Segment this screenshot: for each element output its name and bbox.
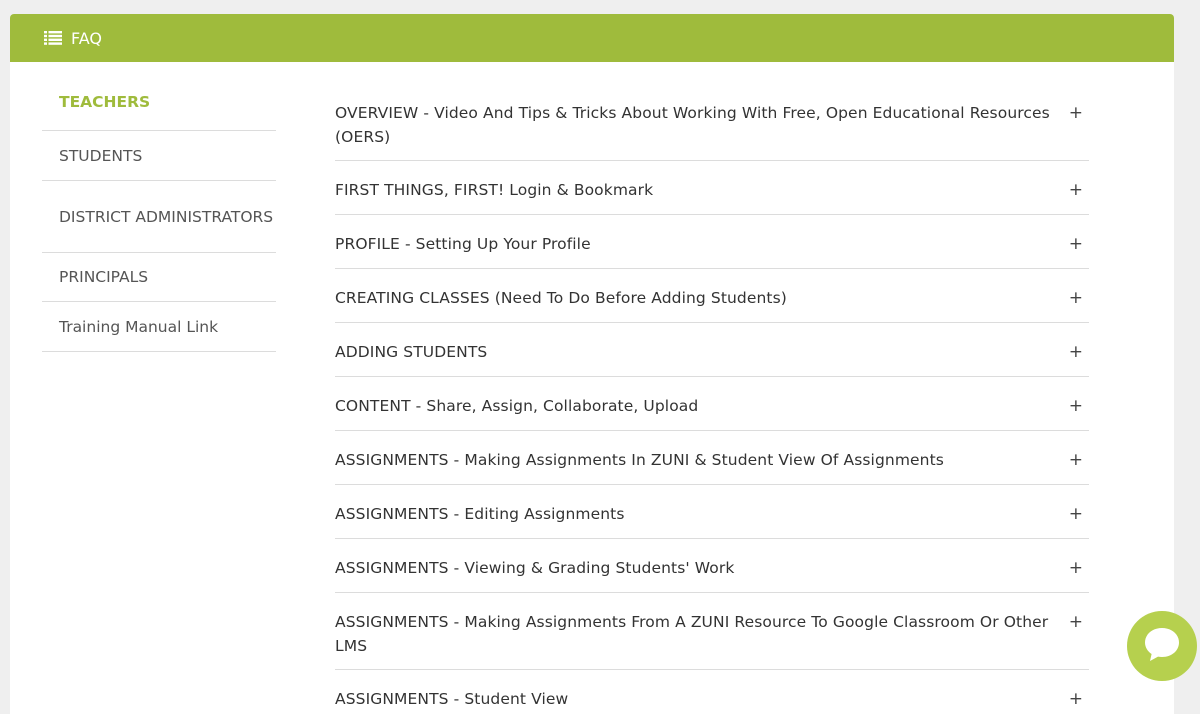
sidebar-item-district-administrators[interactable]: DISTRICT ADMINISTRATORS — [42, 181, 276, 253]
sidebar-item-training-manual-link[interactable]: Training Manual Link — [42, 302, 276, 352]
faq-item[interactable]: FIRST THINGS, FIRST! Login & Bookmark + — [335, 161, 1089, 215]
plus-icon[interactable]: + — [1063, 687, 1089, 711]
faq-item-label: ASSIGNMENTS - Making Assignments In ZUNI… — [335, 451, 944, 469]
faq-item-label: ASSIGNMENTS - Viewing & Grading Students… — [335, 559, 735, 577]
list-icon — [44, 31, 62, 45]
plus-icon[interactable]: + — [1063, 556, 1089, 580]
faq-item-label: CONTENT - Share, Assign, Collaborate, Up… — [335, 397, 699, 415]
faq-item[interactable]: ASSIGNMENTS - Editing Assignments + — [335, 485, 1089, 539]
faq-item[interactable]: CREATING CLASSES (Need To Do Before Addi… — [335, 269, 1089, 323]
faq-item[interactable]: PROFILE - Setting Up Your Profile + — [335, 215, 1089, 269]
faq-item-label: OVERVIEW - Video And Tips & Tricks About… — [335, 104, 1050, 146]
faq-item-label: FIRST THINGS, FIRST! Login & Bookmark — [335, 181, 654, 199]
plus-icon[interactable]: + — [1063, 610, 1089, 634]
sidebar-item-students[interactable]: STUDENTS — [42, 131, 276, 181]
faq-item[interactable]: ADDING STUDENTS + — [335, 323, 1089, 377]
faq-item-label: ASSIGNMENTS - Making Assignments From A … — [335, 613, 1049, 655]
header-title: FAQ — [71, 28, 102, 48]
plus-icon[interactable]: + — [1063, 178, 1089, 202]
plus-icon[interactable]: + — [1063, 502, 1089, 526]
faq-sidebar: TEACHERS STUDENTS DISTRICT ADMINISTRATOR… — [42, 78, 276, 352]
faq-item[interactable]: ASSIGNMENTS - Viewing & Grading Students… — [335, 539, 1089, 593]
faq-item[interactable]: ASSIGNMENTS - Making Assignments In ZUNI… — [335, 431, 1089, 485]
faq-item[interactable]: OVERVIEW - Video And Tips & Tricks About… — [335, 86, 1089, 161]
chat-button[interactable] — [1127, 611, 1197, 681]
faq-item-label: PROFILE - Setting Up Your Profile — [335, 235, 591, 253]
faq-item[interactable]: CONTENT - Share, Assign, Collaborate, Up… — [335, 377, 1089, 431]
chat-icon — [1142, 624, 1182, 668]
sidebar-item-principals[interactable]: PRINCIPALS — [42, 253, 276, 302]
plus-icon[interactable]: + — [1063, 448, 1089, 472]
plus-icon[interactable]: + — [1063, 340, 1089, 364]
faq-item[interactable]: ASSIGNMENTS - Student View + — [335, 670, 1089, 710]
faq-accordion: OVERVIEW - Video And Tips & Tricks About… — [335, 86, 1089, 710]
faq-header: FAQ — [10, 14, 1174, 62]
faq-item[interactable]: ASSIGNMENTS - Making Assignments From A … — [335, 593, 1089, 670]
plus-icon[interactable]: + — [1063, 101, 1089, 125]
faq-item-label: ASSIGNMENTS - Student View — [335, 690, 569, 708]
faq-item-label: CREATING CLASSES (Need To Do Before Addi… — [335, 289, 787, 307]
faq-item-label: ADDING STUDENTS — [335, 343, 488, 361]
plus-icon[interactable]: + — [1063, 394, 1089, 418]
plus-icon[interactable]: + — [1063, 286, 1089, 310]
plus-icon[interactable]: + — [1063, 232, 1089, 256]
faq-item-label: ASSIGNMENTS - Editing Assignments — [335, 505, 625, 523]
sidebar-item-teachers[interactable]: TEACHERS — [42, 78, 276, 131]
